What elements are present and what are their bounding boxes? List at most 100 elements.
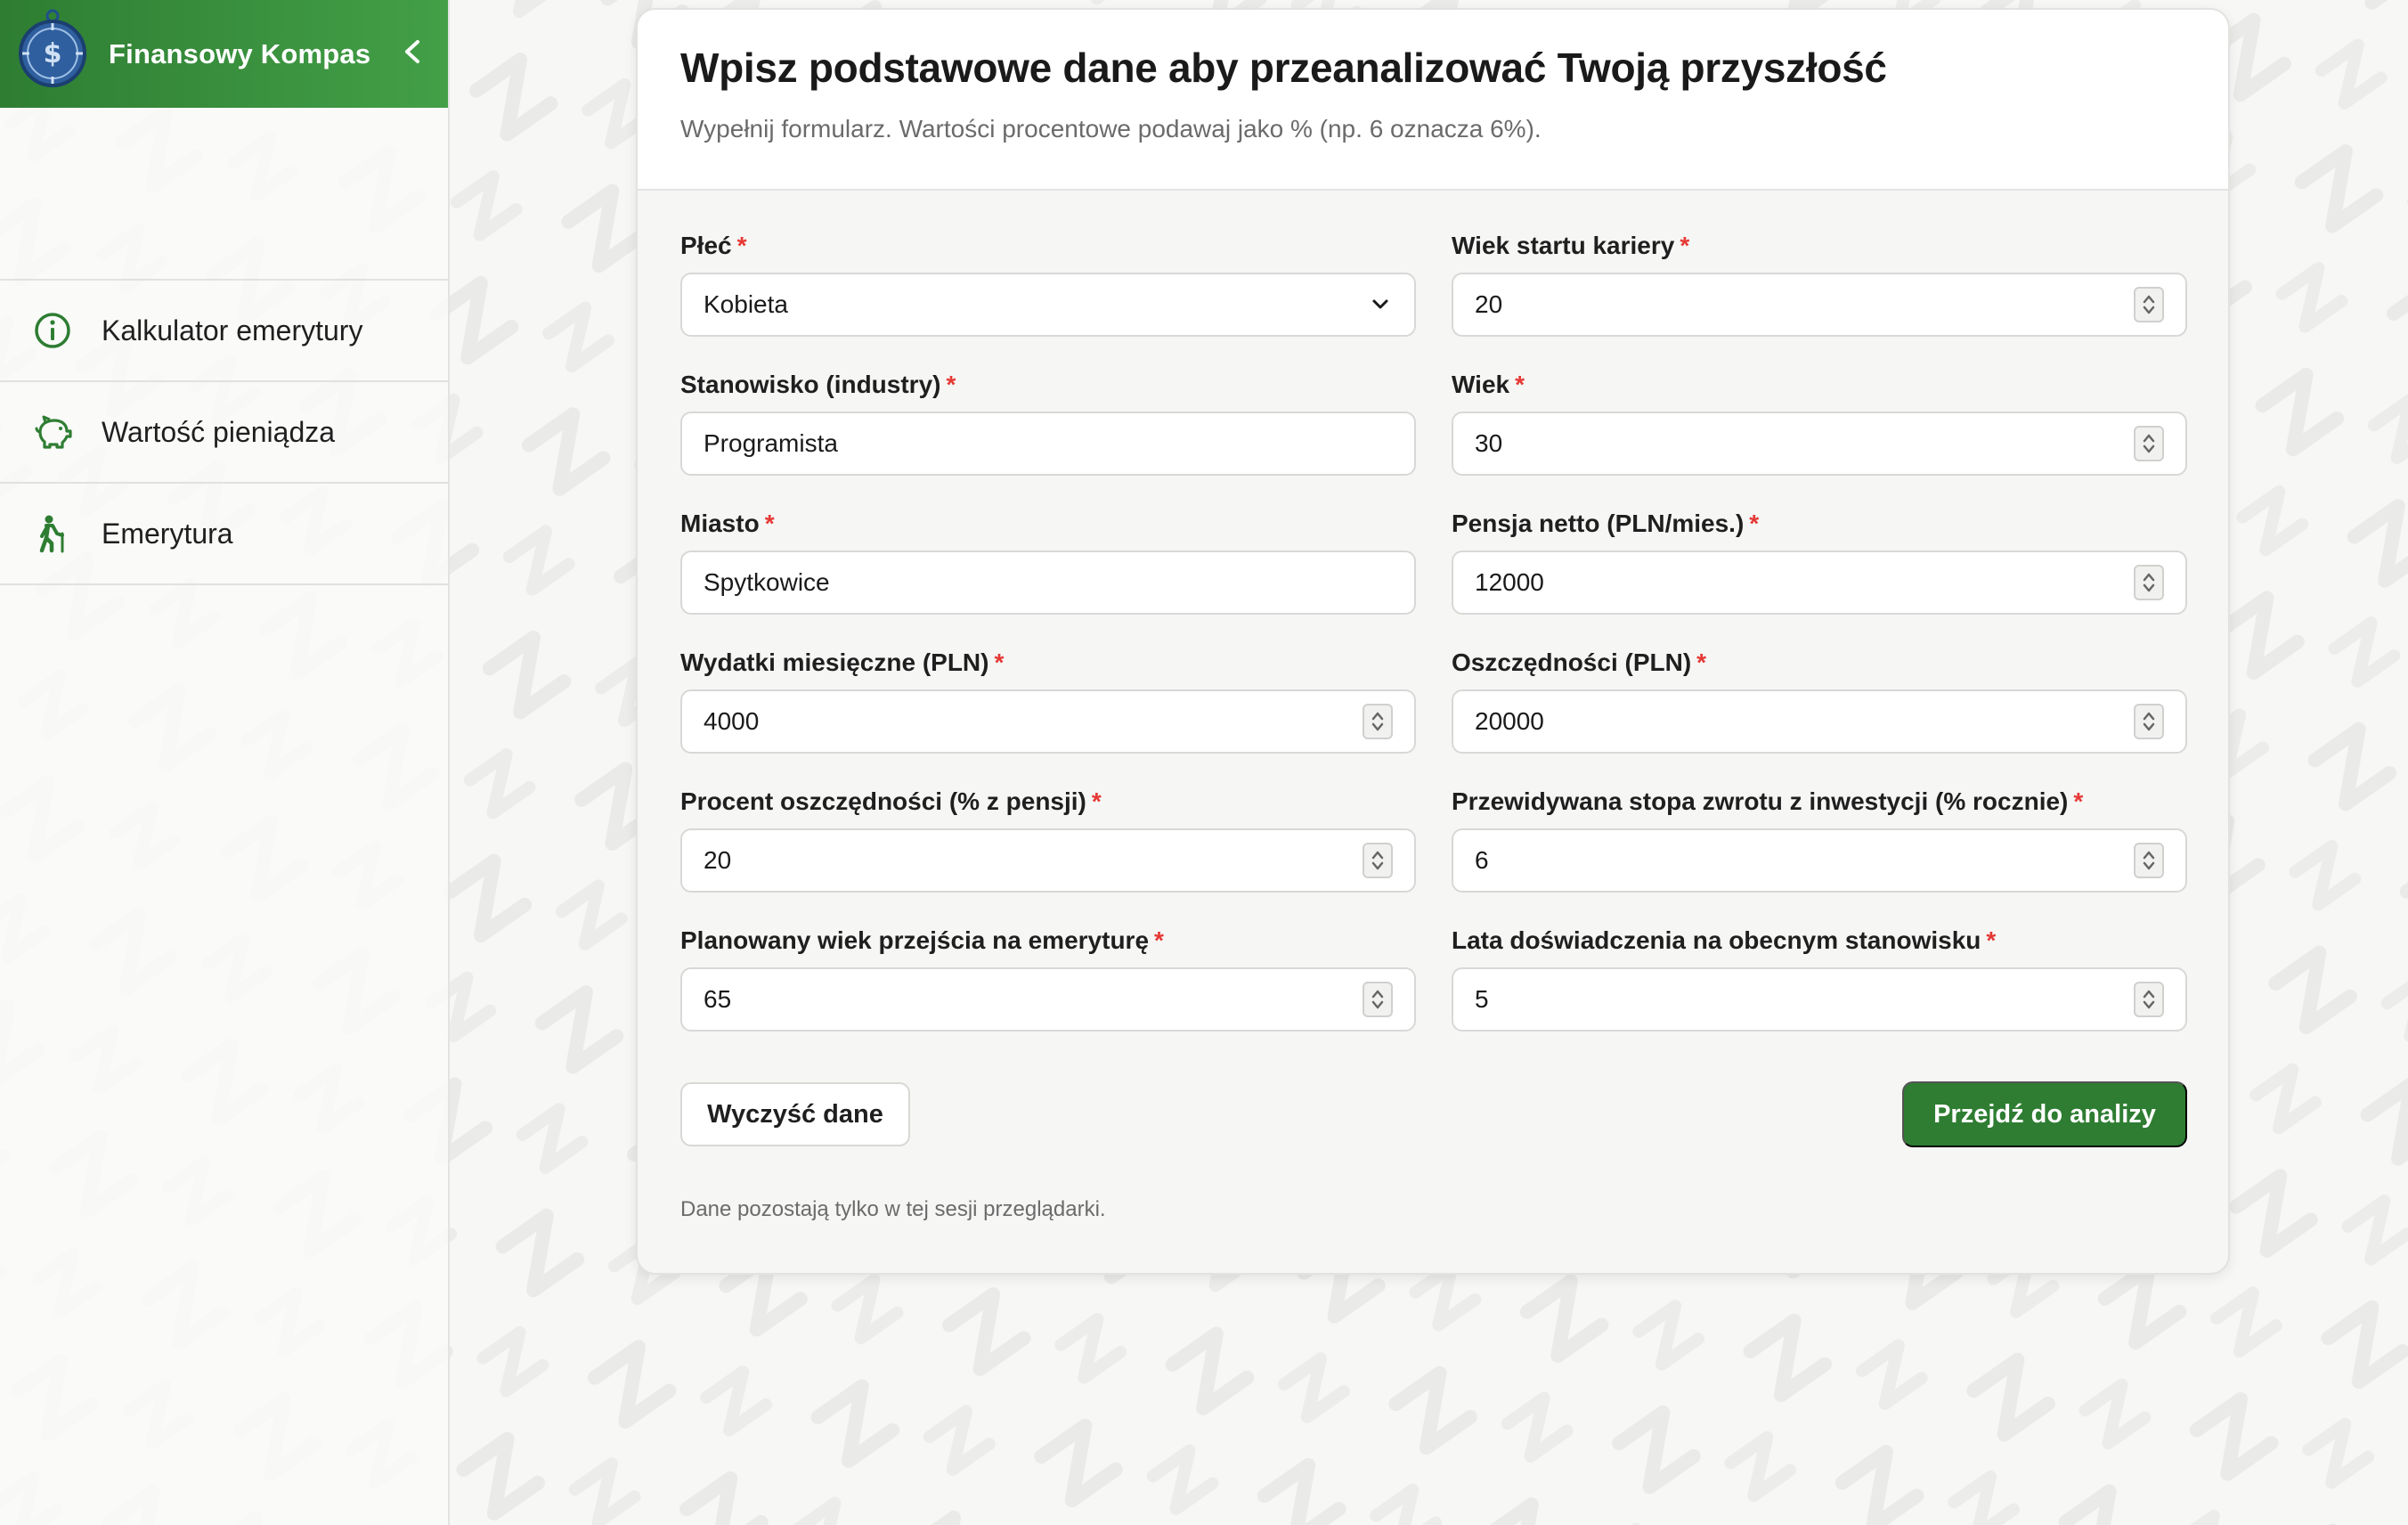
sidebar-item-label: Wartość pieniądza (102, 415, 336, 448)
svg-text:$: $ (44, 38, 62, 69)
experience-years-input[interactable]: 5 (1452, 967, 2187, 1032)
page-subtitle: Wypełnij formularz. Wartości procentowe … (680, 115, 1542, 143)
field-stanowisko: Stanowisko (industry) * Programista (680, 367, 1416, 506)
field-oszczednosci: Oszczędności (PLN) * 20000 (1452, 645, 2187, 784)
field-label: Wiek (1452, 371, 1510, 398)
clear-data-button[interactable]: Wyczyść dane (680, 1082, 910, 1146)
field-label: Pensja netto (PLN/mies.) (1452, 510, 1745, 537)
field-label: Oszczędności (PLN) (1452, 648, 1692, 676)
field-label: Wiek startu kariery (1452, 232, 1675, 259)
required-marker: * (994, 648, 1005, 676)
walking-elder-icon (32, 513, 73, 554)
piggy-bank-icon (32, 412, 73, 453)
required-marker: * (1986, 926, 1997, 954)
number-spinner-icon[interactable] (2134, 426, 2164, 461)
sidebar-item-label: Kalkulator emerytury (102, 314, 363, 347)
savings-input[interactable]: 20000 (1452, 689, 2187, 754)
form-fields: Płeć * Kobieta Wiek startu kariery * 20 St… (680, 228, 2187, 1062)
up-down-arrows-icon (1371, 712, 1384, 731)
input-value: Programista (704, 429, 838, 457)
compass-logo-icon: $ (18, 7, 87, 89)
form-header: Wpisz podstawowe dane aby przeanalizować… (638, 10, 2228, 191)
input-value: 30 (1475, 429, 1503, 457)
field-label: Lata doświadczenia na obecnym stanowisku (1452, 926, 1981, 954)
gender-select[interactable]: Kobieta (680, 273, 1416, 337)
position-input[interactable]: Programista (680, 412, 1416, 476)
city-input[interactable]: Spytkowice (680, 550, 1416, 615)
sidebar-item-wartosc-pieniadza[interactable]: Wartość pieniądza (0, 382, 448, 484)
sidebar-item-label: Emerytura (102, 517, 233, 550)
number-spinner-icon[interactable] (2134, 843, 2164, 878)
page-title: Wpisz podstawowe dane aby przeanalizować… (680, 45, 1887, 91)
field-label: Płeć (680, 232, 732, 259)
field-label: Planowany wiek przejścia na emeryturę (680, 926, 1150, 954)
chevron-down-icon (1368, 292, 1393, 317)
up-down-arrows-icon (2143, 295, 2155, 314)
app-title: Finansowy Kompas (109, 37, 371, 69)
field-miasto: Miasto * Spytkowice (680, 506, 1416, 645)
required-marker: * (2073, 787, 2084, 815)
up-down-arrows-icon (1371, 990, 1384, 1009)
field-label: Procent oszczędności (% z pensji) (680, 787, 1086, 815)
field-wiek-emerytury: Planowany wiek przejścia na emeryturę * 6… (680, 923, 1416, 1062)
sidebar-item-kalkulator-emerytury[interactable]: Kalkulator emerytury (0, 281, 448, 382)
select-value: Kobieta (704, 290, 788, 318)
up-down-arrows-icon (1371, 851, 1384, 870)
field-label: Przewidywana stopa zwrotu z inwestycji (… (1452, 787, 2069, 815)
number-spinner-icon[interactable] (2134, 982, 2164, 1017)
net-salary-input[interactable]: 12000 (1452, 550, 2187, 615)
up-down-arrows-icon (2143, 990, 2155, 1009)
field-label: Miasto (680, 510, 760, 537)
up-down-arrows-icon (2143, 712, 2155, 731)
retirement-age-input[interactable]: 65 (680, 967, 1416, 1032)
required-marker: * (1091, 787, 1102, 815)
input-value: 12000 (1475, 568, 1544, 596)
savings-percent-input[interactable]: 20 (680, 828, 1416, 893)
go-to-analysis-button[interactable]: Przejdź do analizy (1902, 1081, 2187, 1147)
number-spinner-icon[interactable] (1363, 843, 1393, 878)
number-spinner-icon[interactable] (1363, 982, 1393, 1017)
field-plec: Płeć * Kobieta (680, 228, 1416, 367)
up-down-arrows-icon (2143, 434, 2155, 453)
form-card: Wpisz podstawowe dane aby przeanalizować… (636, 8, 2230, 1275)
field-label: Stanowisko (industry) (680, 371, 941, 398)
field-procent-oszczednosci: Procent oszczędności (% z pensji) * 20 (680, 784, 1416, 923)
required-marker: * (1749, 510, 1760, 537)
monthly-expenses-input[interactable]: 4000 (680, 689, 1416, 754)
return-rate-input[interactable]: 6 (1452, 828, 2187, 893)
up-down-arrows-icon (2143, 851, 2155, 870)
field-label: Wydatki miesięczne (PLN) (680, 648, 989, 676)
required-marker: * (764, 510, 775, 537)
required-marker: * (946, 371, 956, 398)
collapse-sidebar-button[interactable] (393, 32, 432, 71)
info-icon (32, 310, 73, 351)
input-value: 5 (1475, 985, 1489, 1013)
required-marker: * (1680, 232, 1690, 259)
input-value: 4000 (704, 707, 760, 735)
number-spinner-icon[interactable] (1363, 704, 1393, 739)
number-spinner-icon[interactable] (2134, 704, 2164, 739)
sidebar-item-emerytura[interactable]: Emerytura (0, 484, 448, 585)
sidebar-nav: Kalkulator emerytury Wartość pieniądza E… (0, 279, 448, 585)
required-marker: * (1154, 926, 1164, 954)
field-pensja-netto: Pensja netto (PLN/mies.) * 12000 (1452, 506, 2187, 645)
up-down-arrows-icon (2143, 573, 2155, 592)
input-value: 20 (1475, 290, 1503, 318)
sidebar: $ Finansowy Kompas Kalkulator emerytury … (0, 0, 450, 1525)
session-note: Dane pozostają tylko w tej sesji przeglą… (680, 1197, 1106, 1221)
age-input[interactable]: 30 (1452, 412, 2187, 476)
required-marker: * (736, 232, 747, 259)
input-value: 20000 (1475, 707, 1544, 735)
sidebar-header: $ Finansowy Kompas (0, 0, 448, 108)
input-value: 65 (704, 985, 732, 1013)
chevron-left-icon (405, 40, 419, 63)
number-spinner-icon[interactable] (2134, 287, 2164, 322)
career-start-age-input[interactable]: 20 (1452, 273, 2187, 337)
field-stopa-zwrotu: Przewidywana stopa zwrotu z inwestycji (… (1452, 784, 2187, 923)
field-wiek: Wiek * 30 (1452, 367, 2187, 506)
input-value: 20 (704, 846, 732, 874)
required-marker: * (1696, 648, 1707, 676)
field-wydatki-miesieczne: Wydatki miesięczne (PLN) * 4000 (680, 645, 1416, 784)
number-spinner-icon[interactable] (2134, 565, 2164, 600)
required-marker: * (1515, 371, 1525, 398)
